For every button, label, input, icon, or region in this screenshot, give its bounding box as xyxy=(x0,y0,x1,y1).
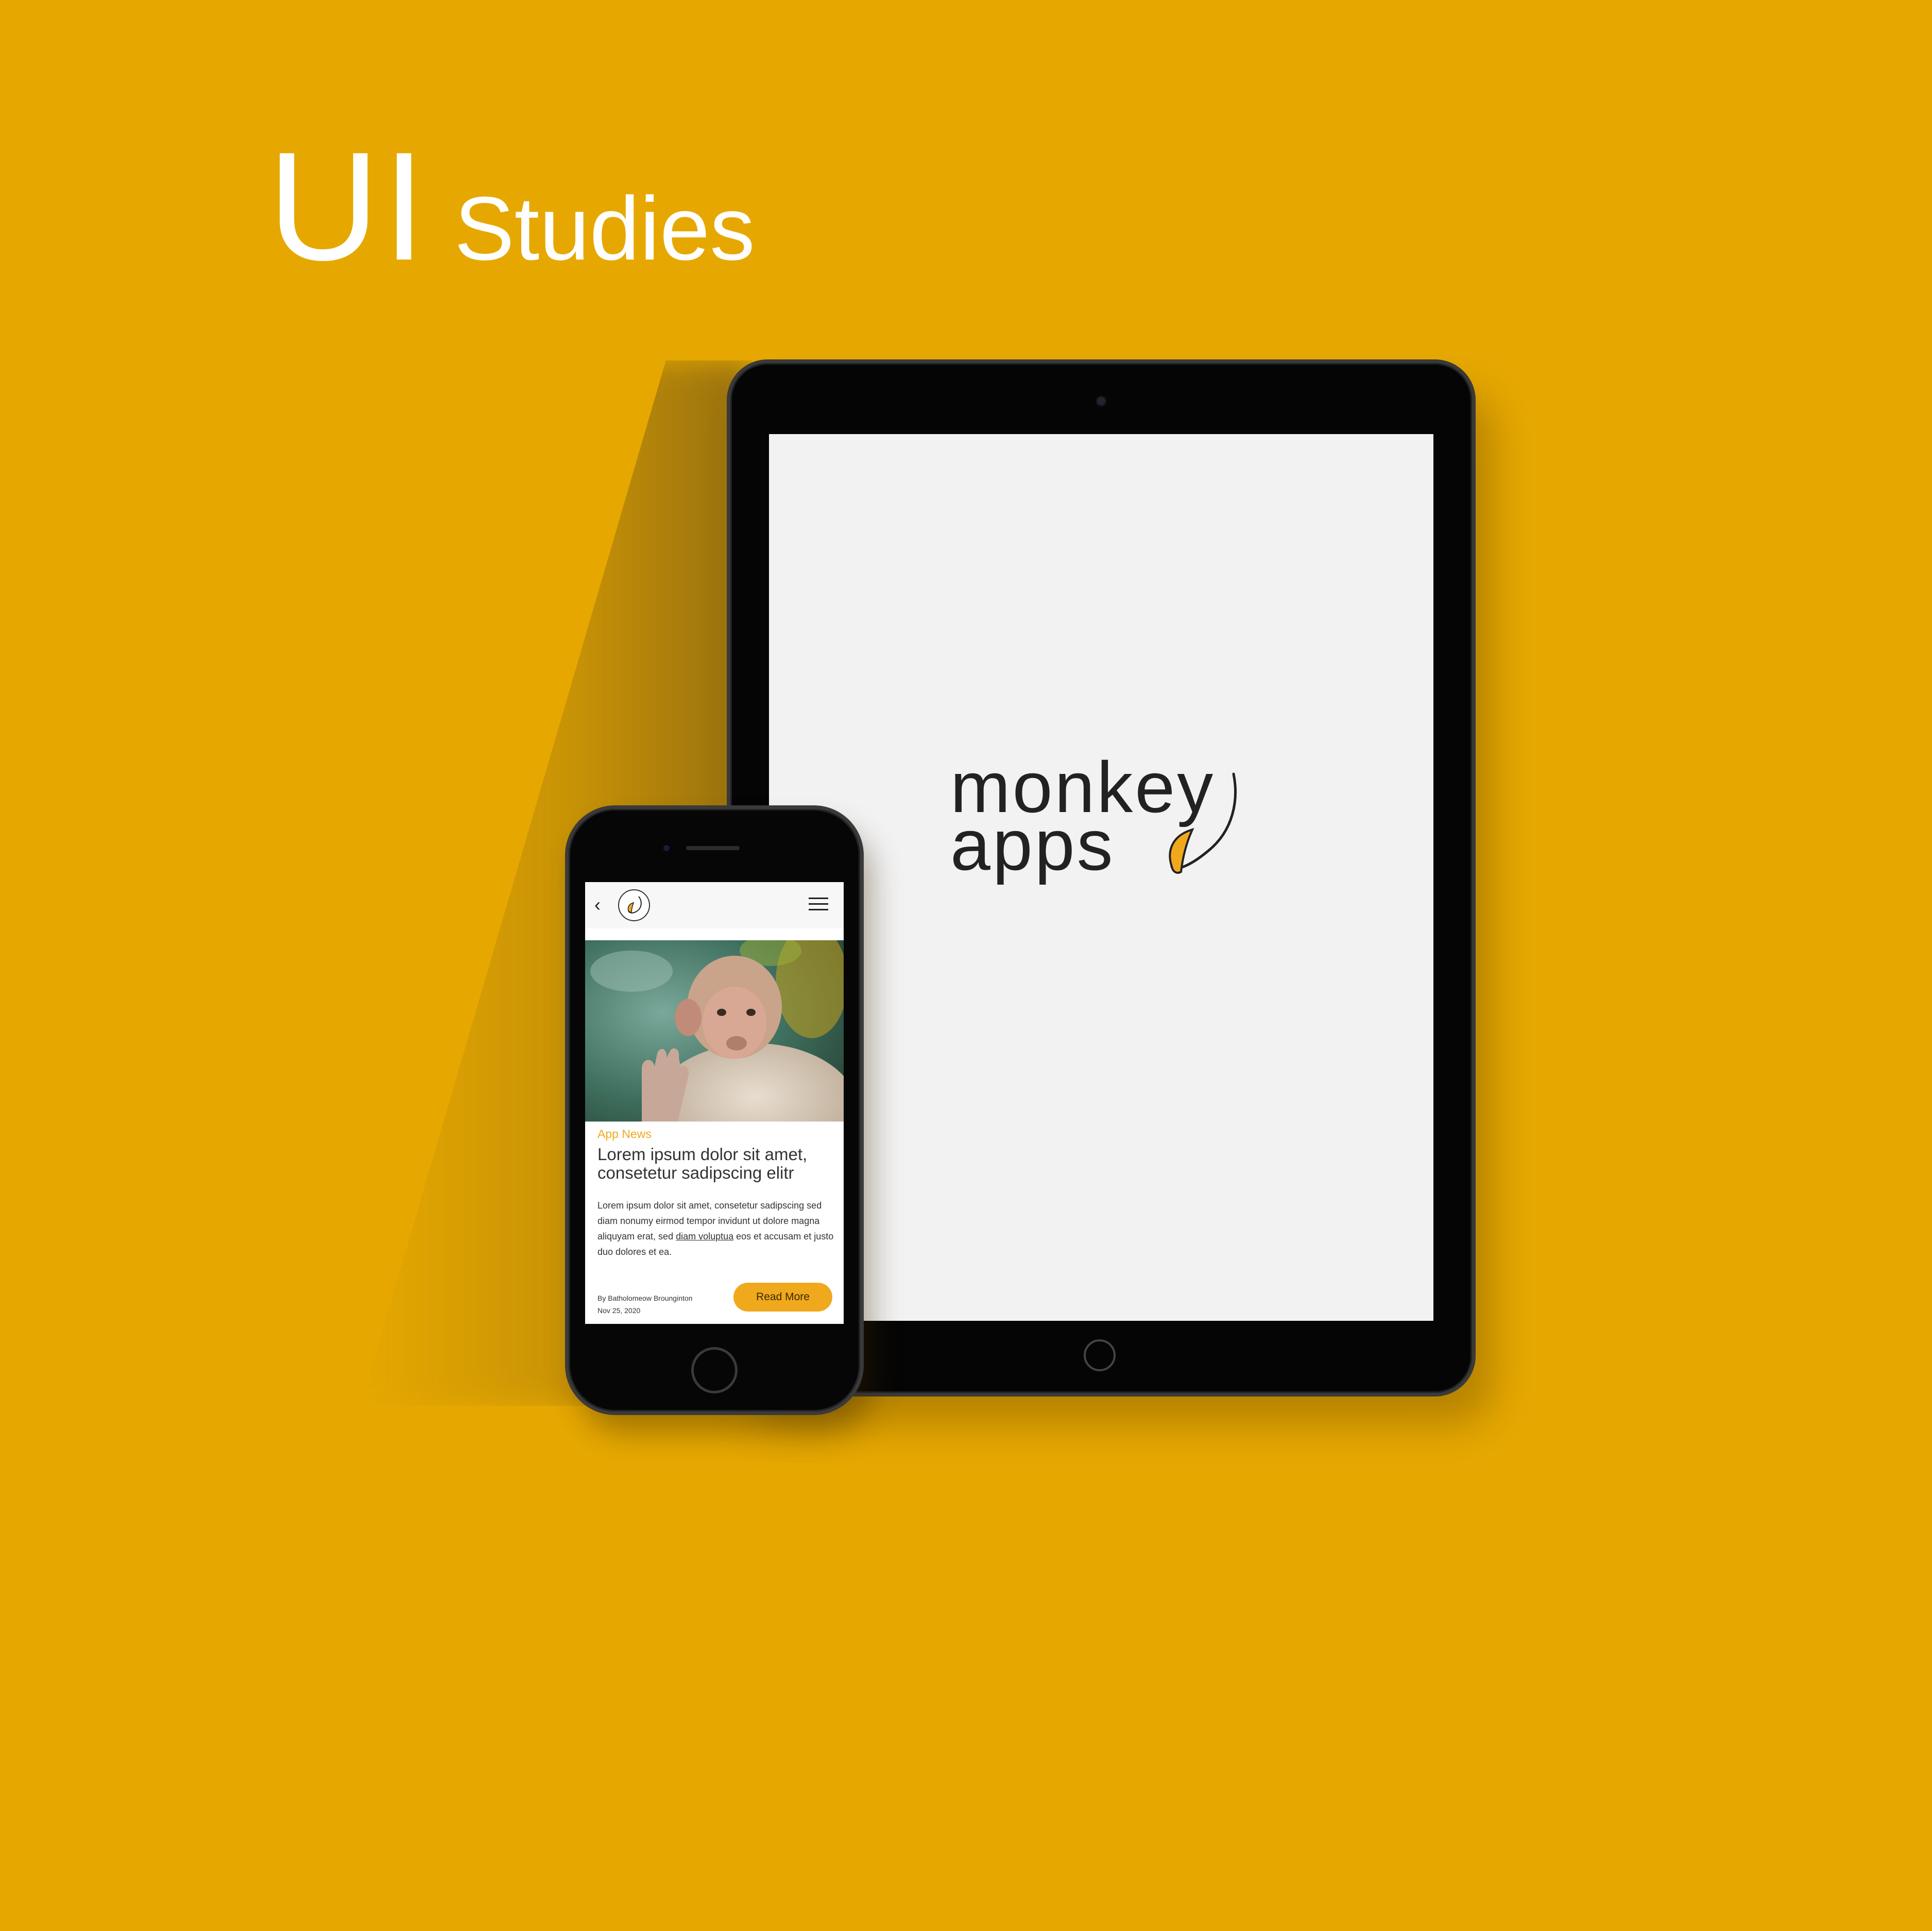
read-more-button[interactable]: Read More xyxy=(733,1283,832,1312)
tablet-screen: monkey apps xyxy=(769,434,1433,1321)
excerpt-link[interactable]: diam voluptua xyxy=(676,1231,733,1242)
article-title[interactable]: Lorem ipsum dolor sit amet, consetetur s… xyxy=(597,1145,834,1182)
phone-speaker xyxy=(686,846,740,850)
phone-screen: ‹ App News Lorem ipsum dolor sit amet, c… xyxy=(585,882,844,1324)
app-logo-avatar[interactable] xyxy=(618,889,650,921)
article-excerpt: Lorem ipsum dolor sit amet, consetetur s… xyxy=(597,1198,834,1260)
phone-camera xyxy=(663,845,670,851)
chevron-left-icon[interactable]: ‹ xyxy=(594,895,601,914)
banana-swirl-logo-icon xyxy=(1169,772,1237,874)
article-content: App News Lorem ipsum dolor sit amet, con… xyxy=(597,1127,834,1260)
banana-swirl-logo-icon xyxy=(627,896,642,914)
phone-device: ‹ App News Lorem ipsum dolor sit amet, c… xyxy=(569,809,860,1411)
hamburger-menu-icon[interactable] xyxy=(809,898,828,915)
heading-studies: Studies xyxy=(454,179,755,279)
article-meta: By Batholomeow Brounginton Nov 25, 2020 xyxy=(597,1292,692,1317)
article-date: Nov 25, 2020 xyxy=(597,1306,641,1315)
monkey-apps-logo: monkey apps xyxy=(950,751,1237,881)
phone-home-button[interactable] xyxy=(691,1347,738,1393)
app-nav-bar: ‹ xyxy=(585,882,844,928)
article-author: By Batholomeow Brounginton xyxy=(597,1294,693,1302)
article-category[interactable]: App News xyxy=(597,1127,834,1141)
page-heading: UI Studies xyxy=(268,129,755,283)
tablet-home-button[interactable] xyxy=(1084,1339,1116,1371)
heading-ui: UI xyxy=(268,119,429,292)
article-hero-image xyxy=(585,940,844,1122)
tablet-camera xyxy=(1097,397,1105,405)
